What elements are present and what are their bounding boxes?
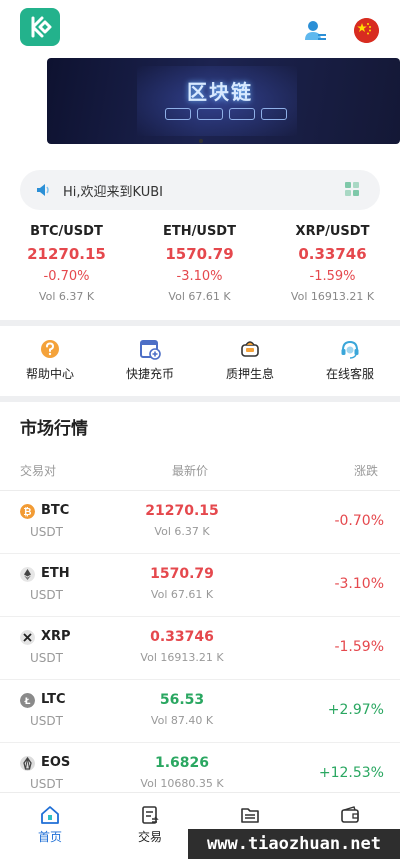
quick-item-label: 质押生息 xyxy=(225,367,274,381)
coin-symbol: ETH xyxy=(41,566,70,581)
support-icon xyxy=(341,340,359,359)
ticker-volume: Vol 16913.21 K xyxy=(290,290,375,303)
ticker-change: -0.70% xyxy=(43,269,90,284)
banner-pill xyxy=(229,108,255,120)
ticker-pair: ETH/USDT xyxy=(163,224,236,239)
quick-item-help[interactable]: 帮助中心 xyxy=(0,330,100,382)
ticker-price: 0.33746 xyxy=(298,245,367,263)
eos-icon xyxy=(20,756,35,771)
coin-price: 1.6826 xyxy=(154,755,210,771)
coin-symbol: XRP xyxy=(41,629,71,644)
wallet-icon xyxy=(341,806,359,823)
litecoin-icon: Ł xyxy=(20,693,35,708)
coin-symbol: LTC xyxy=(41,692,66,707)
quick-item-label: 帮助中心 xyxy=(25,367,74,381)
deposit-icon xyxy=(140,340,161,360)
coin-quote: USDT xyxy=(30,588,63,602)
column-header-price: 最新价 xyxy=(172,464,209,478)
section-divider xyxy=(0,320,400,326)
staking-icon xyxy=(241,341,259,357)
home-icon xyxy=(41,806,59,824)
coin-change: -3.10% xyxy=(334,576,384,592)
banner-pill xyxy=(165,108,191,120)
quick-item-support[interactable]: 在线客服 xyxy=(300,330,400,382)
coin-symbol: BTC xyxy=(41,503,70,518)
xrp-icon xyxy=(20,630,35,645)
coin-volume: Vol 87.40 K xyxy=(150,714,214,727)
help-icon xyxy=(41,340,59,358)
ticker-change: -3.10% xyxy=(176,269,223,284)
ticker-item[interactable]: BTC/USDT 21270.15 -0.70% Vol 6.37 K xyxy=(0,222,133,306)
ticker-pair: XRP/USDT xyxy=(295,224,370,239)
coin-volume: Vol 16913.21 K xyxy=(140,651,224,664)
svg-text:₿: ₿ xyxy=(23,506,31,518)
banner-pill xyxy=(197,108,223,120)
ticker-volume: Vol 6.37 K xyxy=(38,290,95,303)
svg-text:Ł: Ł xyxy=(24,697,31,707)
bitcoin-icon: ₿ xyxy=(20,504,35,519)
ethereum-icon xyxy=(20,567,35,582)
coin-change: -1.59% xyxy=(334,639,384,655)
quick-item-label: 在线客服 xyxy=(325,367,374,381)
coin-quote: USDT xyxy=(30,525,63,539)
quick-item-label: 快捷充币 xyxy=(125,367,174,381)
section-divider xyxy=(0,396,400,402)
ticker-price: 1570.79 xyxy=(165,245,234,263)
kucoin-logo-icon[interactable] xyxy=(20,8,60,46)
watermark-text: www.tiaozhuan.net xyxy=(188,829,400,859)
column-header-change: 涨跌 xyxy=(354,464,379,478)
coin-quote: USDT xyxy=(30,777,63,791)
speaker-icon xyxy=(37,184,49,196)
coin-price: 0.33746 xyxy=(150,629,214,645)
coin-price: 1570.79 xyxy=(150,566,214,582)
coin-volume: Vol 67.61 K xyxy=(150,588,214,601)
coin-price: 56.53 xyxy=(159,692,205,708)
coin-volume: Vol 6.37 K xyxy=(154,525,210,538)
nav-item-trade[interactable]: 交易 xyxy=(100,793,200,845)
ticker-pair: BTC/USDT xyxy=(30,224,103,239)
notice-text: Hi,欢迎来到KUBI xyxy=(63,185,163,200)
coin-quote: USDT xyxy=(30,714,63,728)
china-flag-icon[interactable] xyxy=(354,18,379,43)
ticker-item[interactable]: ETH/USDT 1570.79 -3.10% Vol 67.61 K xyxy=(133,222,266,306)
grid-icon[interactable] xyxy=(345,182,359,196)
coin-change: -0.70% xyxy=(334,513,384,529)
ticker-change: -1.59% xyxy=(309,269,356,284)
banner-title: 区块链 xyxy=(187,80,253,104)
quick-item-staking[interactable]: 质押生息 xyxy=(200,330,300,382)
nav-item-home[interactable]: 首页 xyxy=(0,793,100,845)
market-row-eth[interactable]: ETH USDT 1570.79 Vol 67.61 K -3.10% xyxy=(0,554,400,617)
notice-bar[interactable]: Hi,欢迎来到KUBI xyxy=(20,170,380,210)
nav-label: 首页 xyxy=(37,830,62,844)
market-row-btc[interactable]: ₿ BTC USDT 21270.15 Vol 6.37 K -0.70% xyxy=(0,491,400,554)
user-profile-icon[interactable] xyxy=(303,18,327,42)
market-title: 市场行情 xyxy=(20,419,88,439)
ticker-volume: Vol 67.61 K xyxy=(168,290,231,303)
banner-pill xyxy=(261,108,287,120)
coin-symbol: EOS xyxy=(41,755,71,770)
column-header-pair: 交易对 xyxy=(20,464,57,478)
coin-change: +12.53% xyxy=(318,765,384,781)
ticker-item[interactable]: XRP/USDT 0.33746 -1.59% Vol 16913.21 K xyxy=(266,222,399,306)
nav-label: 交易 xyxy=(137,830,162,844)
ticker-strip: BTC/USDT 21270.15 -0.70% Vol 6.37 K ETH/… xyxy=(0,222,400,312)
ticker-price: 21270.15 xyxy=(27,245,106,263)
market-row-xrp[interactable]: XRP USDT 0.33746 Vol 16913.21 K -1.59% xyxy=(0,617,400,680)
carousel-indicator[interactable] xyxy=(199,139,203,143)
coin-change: +2.97% xyxy=(327,702,384,718)
coin-volume: Vol 10680.35 K xyxy=(140,777,224,790)
coin-quote: USDT xyxy=(30,651,63,665)
header xyxy=(0,0,400,58)
trade-icon xyxy=(142,806,159,824)
quick-menu: 帮助中心 快捷充币 质押生息 在线客服 xyxy=(0,330,400,396)
quick-item-deposit[interactable]: 快捷充币 xyxy=(100,330,200,382)
coin-price: 21270.15 xyxy=(145,503,219,519)
market-row-ltc[interactable]: Ł LTC USDT 56.53 Vol 87.40 K +2.97% xyxy=(0,680,400,743)
assets-icon xyxy=(241,808,259,823)
promo-banner[interactable]: 区块链 xyxy=(47,58,400,144)
